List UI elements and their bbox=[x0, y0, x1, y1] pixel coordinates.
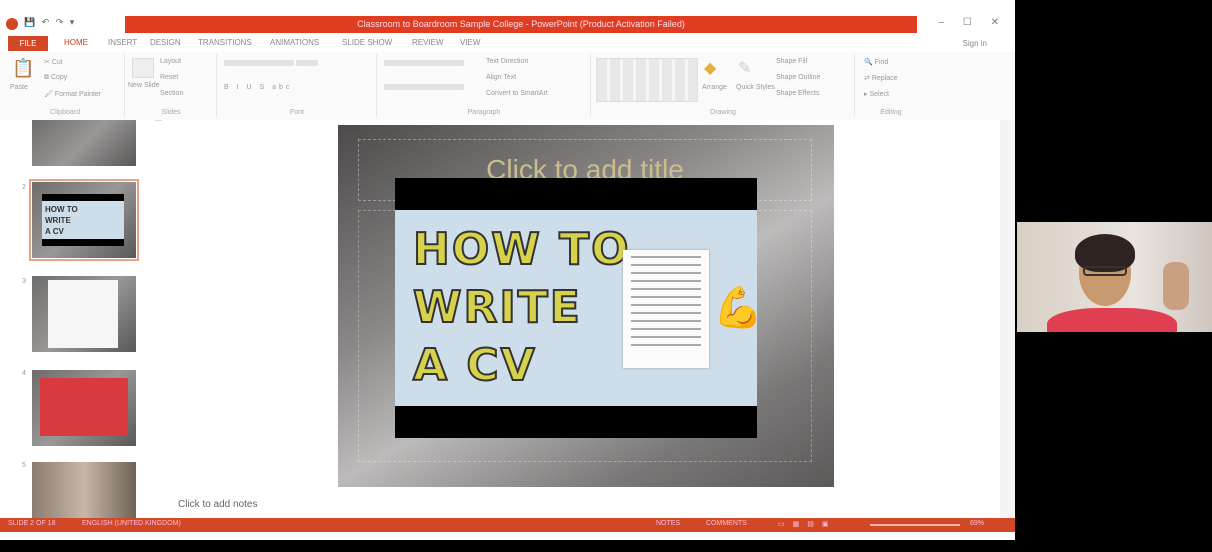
font-format-buttons[interactable]: B I U S abc bbox=[224, 84, 292, 91]
shape-effects-button[interactable]: Shape Effects bbox=[776, 90, 819, 97]
paragraph-group-label: Paragraph bbox=[467, 109, 501, 116]
align-text-button[interactable]: Align Text bbox=[486, 74, 516, 81]
tab-slide-show[interactable]: SLIDE SHOW bbox=[342, 38, 392, 47]
tab-home[interactable]: HOME bbox=[64, 38, 88, 47]
thumbnails-scrollbar[interactable] bbox=[154, 140, 162, 500]
language-indicator[interactable]: ENGLISH (UNITED KINGDOM) bbox=[82, 520, 181, 527]
quick-styles-icon: ✎ bbox=[738, 60, 752, 77]
title-bar: 💾 ↶ ↷ ▾ Classroom to Boardroom Sample Co… bbox=[0, 14, 1015, 36]
group-paragraph: Text Direction Align Text Convert to Sma… bbox=[378, 54, 591, 116]
copy-button[interactable]: ⧉ Copy bbox=[44, 74, 67, 82]
thumbnail-video-text: HOW TO WRITE A CV bbox=[42, 201, 124, 239]
slide-thumbnail-3[interactable] bbox=[32, 276, 136, 352]
slide-number-5: 5 bbox=[22, 462, 26, 469]
new-slide-icon bbox=[132, 58, 154, 78]
paste-icon: 📋 bbox=[12, 58, 35, 78]
quick-styles-button[interactable]: Quick Styles bbox=[736, 84, 775, 91]
drawing-group-label: Drawing bbox=[710, 109, 736, 116]
select-button[interactable]: ▸ Select bbox=[864, 90, 889, 98]
font-group-label: Font bbox=[289, 109, 304, 116]
thumbnail-red-panel bbox=[40, 378, 128, 436]
layout-button[interactable]: Layout bbox=[160, 58, 181, 65]
reset-button[interactable]: Reset bbox=[160, 74, 178, 81]
slides-group-label: Slides bbox=[161, 109, 181, 116]
zoom-slider[interactable] bbox=[870, 524, 960, 526]
slide-number-2: 2 bbox=[22, 184, 26, 191]
flexed-arm-icon: 💪 bbox=[713, 286, 763, 330]
group-slides: New Slide Layout Reset Section Slides bbox=[126, 54, 217, 116]
powerpoint-window: 💾 ↶ ↷ ▾ Classroom to Boardroom Sample Co… bbox=[0, 0, 1015, 540]
tab-transitions[interactable]: TRANSITIONS bbox=[198, 38, 252, 47]
thumbnail-video: HOW TO WRITE A CV bbox=[42, 194, 124, 246]
section-button[interactable]: Section bbox=[160, 90, 183, 97]
font-name-dropdown[interactable] bbox=[224, 60, 318, 67]
ribbon: 📋 Paste ✂ Cut ⧉ Copy 🖌 Format Painter Cl… bbox=[0, 52, 1015, 121]
zoom-level[interactable]: 69% bbox=[970, 520, 984, 527]
slide-count: SLIDE 2 OF 18 bbox=[8, 520, 56, 527]
slide-thumbnails-pane: 2 HOW TO WRITE A CV 3 4 5 bbox=[0, 120, 155, 522]
slide-number-4: 4 bbox=[22, 370, 26, 377]
list-buttons[interactable] bbox=[384, 60, 464, 67]
tab-animations[interactable]: ANIMATIONS bbox=[270, 38, 319, 47]
notes-toggle[interactable]: NOTES bbox=[656, 520, 680, 527]
slide-thumbnail-2[interactable]: HOW TO WRITE A CV bbox=[29, 179, 139, 261]
tab-view[interactable]: VIEW bbox=[460, 38, 480, 47]
cut-button[interactable]: ✂ Cut bbox=[44, 58, 63, 66]
window-controls[interactable]: – ☐ ✕ bbox=[939, 17, 1007, 28]
presenter-hand bbox=[1163, 262, 1189, 310]
quick-access-toolbar[interactable]: 💾 ↶ ↷ ▾ bbox=[24, 17, 76, 28]
editor-scrollbar[interactable] bbox=[1000, 120, 1015, 522]
comments-toggle[interactable]: COMMENTS bbox=[706, 520, 747, 527]
cv-document-image bbox=[623, 250, 709, 368]
group-font: B I U S abc Font bbox=[218, 54, 377, 116]
video-text-line-3: A CV bbox=[412, 339, 537, 392]
alignment-buttons[interactable] bbox=[384, 84, 464, 91]
tab-file[interactable]: FILE bbox=[8, 36, 48, 51]
video-text-line-2: WRITE bbox=[412, 281, 582, 334]
webcam-video-feed bbox=[1017, 222, 1212, 332]
tab-design[interactable]: DESIGN bbox=[150, 38, 181, 47]
video-text-line-1: HOW TO bbox=[412, 223, 631, 276]
powerpoint-app-icon[interactable] bbox=[6, 18, 18, 30]
format-painter-button[interactable]: 🖌 Format Painter bbox=[44, 90, 101, 98]
text-direction-button[interactable]: Text Direction bbox=[486, 58, 528, 65]
new-slide-button[interactable]: New Slide bbox=[128, 82, 160, 89]
status-bar: SLIDE 2 OF 18 ENGLISH (UNITED KINGDOM) N… bbox=[0, 518, 1015, 532]
convert-smartart-button[interactable]: Convert to SmartArt bbox=[486, 90, 548, 97]
editing-group-label: Editing bbox=[880, 109, 902, 116]
view-buttons[interactable]: ▭▦▤▣ bbox=[778, 520, 836, 528]
arrange-button[interactable]: Arrange bbox=[702, 84, 727, 91]
tab-review[interactable]: REVIEW bbox=[412, 38, 444, 47]
arrange-icon: ◆ bbox=[704, 60, 717, 77]
group-drawing: ◆ Arrange ✎ Quick Styles Shape Fill Shap… bbox=[592, 54, 855, 116]
presenter-shirt bbox=[1047, 308, 1177, 332]
clipboard-group-label: Clipboard bbox=[50, 109, 80, 116]
current-slide: Click to add title HOW TO WRITE A CV 💪 bbox=[338, 125, 834, 487]
tab-insert[interactable]: INSERT bbox=[108, 38, 137, 47]
ribbon-tabs: FILE HOME INSERT DESIGN TRANSITIONS ANIM… bbox=[0, 36, 1015, 53]
replace-button[interactable]: ⇄ Replace bbox=[864, 74, 898, 82]
paste-button[interactable]: Paste bbox=[10, 84, 28, 91]
shape-outline-button[interactable]: Shape Outline bbox=[776, 74, 820, 81]
slide-thumbnail-5[interactable] bbox=[32, 462, 136, 522]
shapes-gallery[interactable] bbox=[596, 58, 698, 102]
group-editing: 🔍 Find ⇄ Replace ▸ Select Editing bbox=[856, 54, 926, 116]
shape-fill-button[interactable]: Shape Fill bbox=[776, 58, 807, 65]
thumbnail-document bbox=[48, 280, 118, 348]
slide-number-3: 3 bbox=[22, 278, 26, 285]
video-frame: HOW TO WRITE A CV 💪 bbox=[395, 210, 763, 406]
slide-thumbnail-4[interactable] bbox=[32, 370, 136, 446]
find-button[interactable]: 🔍 Find bbox=[864, 58, 888, 66]
window-title: Classroom to Boardroom Sample College - … bbox=[357, 19, 685, 29]
group-clipboard: 📋 Paste ✂ Cut ⧉ Copy 🖌 Format Painter Cl… bbox=[6, 54, 125, 116]
presenter-glasses bbox=[1083, 266, 1127, 276]
slide-editor: Click to add title HOW TO WRITE A CV 💪 bbox=[162, 120, 1000, 492]
notes-placeholder: Click to add notes bbox=[178, 499, 258, 510]
embedded-video[interactable]: HOW TO WRITE A CV 💪 bbox=[395, 178, 763, 438]
slide-thumbnail-1[interactable] bbox=[32, 120, 136, 166]
sign-in-link[interactable]: Sign in bbox=[963, 39, 987, 48]
